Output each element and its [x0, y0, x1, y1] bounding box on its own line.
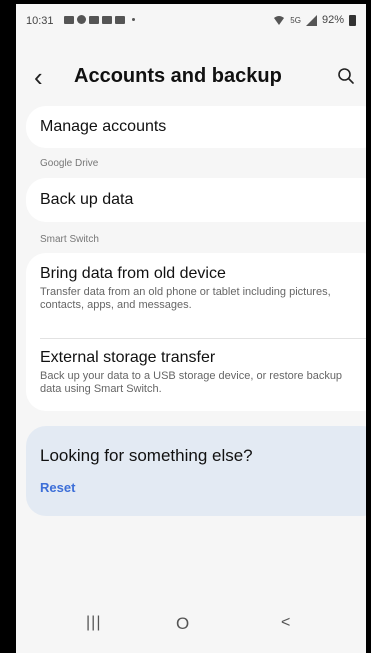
reset-link[interactable]: Reset — [40, 480, 75, 495]
navigation-bar: ||| O < — [16, 604, 366, 644]
wifi-icon — [274, 16, 285, 25]
recents-button[interactable]: ||| — [86, 614, 101, 632]
battery-icon — [349, 14, 356, 26]
more-notifications-icon — [132, 18, 135, 21]
status-bar: 10:31 5G 92% — [16, 4, 366, 40]
search-icon[interactable] — [336, 66, 356, 86]
bring-data-item[interactable]: Bring data from old device Transfer data… — [40, 265, 340, 312]
phone-screen: 10:31 5G 92% ‹ Accounts and backup Manag… — [16, 4, 366, 653]
page-title: Accounts and backup — [74, 65, 282, 87]
app-notification-icon — [89, 15, 99, 24]
bring-data-subtitle: Transfer data from an old phone or table… — [40, 286, 331, 311]
external-storage-item[interactable]: External storage transfer Back up your d… — [40, 349, 345, 396]
smart-switch-card: Bring data from old device Transfer data… — [26, 253, 366, 411]
notification-icons — [64, 15, 135, 24]
network-type: 5G — [290, 15, 301, 25]
suggestions-heading: Looking for something else? — [40, 446, 253, 465]
message-icon — [64, 15, 74, 24]
divider — [40, 338, 366, 339]
section-label-google-drive: Google Drive — [40, 158, 99, 169]
external-storage-title: External storage transfer — [40, 349, 216, 366]
youtube-icon — [115, 15, 125, 24]
app-notification-icon — [102, 15, 112, 24]
manage-accounts-label: Manage accounts — [40, 118, 167, 135]
status-time: 10:31 — [26, 15, 54, 27]
status-right: 5G 92% — [273, 14, 356, 26]
suggestions-card: Looking for something else? Reset — [26, 426, 366, 516]
back-up-data-label: Back up data — [40, 191, 134, 208]
external-storage-subtitle: Back up your data to a USB storage devic… — [40, 370, 343, 395]
app-bar: ‹ Accounts and backup — [16, 60, 366, 96]
section-label-smart-switch: Smart Switch — [40, 234, 99, 245]
back-arrow-icon[interactable]: ‹ — [34, 62, 43, 92]
battery-level: 92% — [321, 14, 344, 26]
signal-icon — [305, 14, 317, 26]
back-up-data-card[interactable]: Back up data — [26, 178, 366, 222]
back-button[interactable]: < — [281, 614, 290, 632]
manage-accounts-card[interactable]: Manage accounts — [26, 106, 366, 148]
bring-data-title: Bring data from old device — [40, 265, 226, 282]
messenger-icon — [77, 15, 86, 24]
home-button[interactable]: O — [176, 614, 189, 634]
